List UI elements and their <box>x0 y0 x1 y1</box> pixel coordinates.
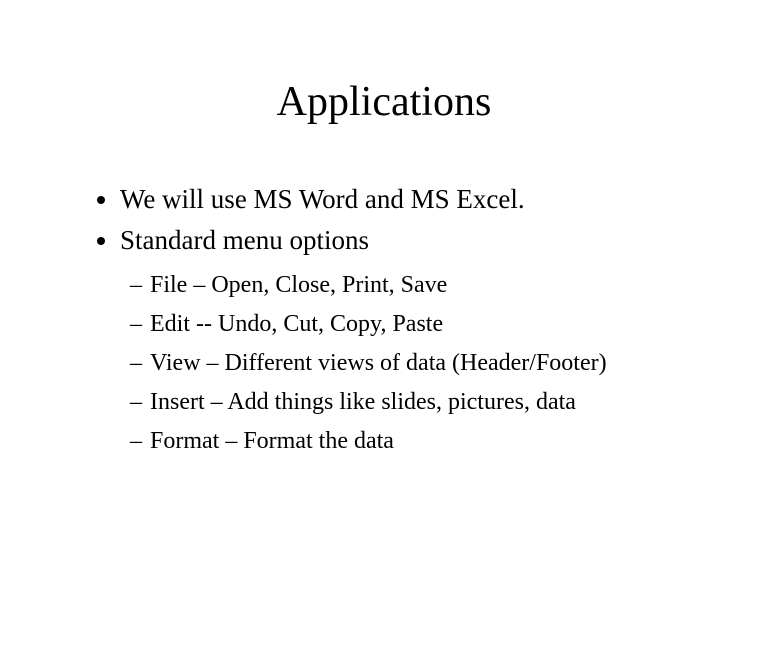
bullet-text: Standard menu options <box>120 225 369 255</box>
sub-bullet-list: File – Open, Close, Print, Save Edit -- … <box>120 266 708 460</box>
bullet-item: We will use MS Word and MS Excel. <box>120 180 708 219</box>
sub-bullet-item: Insert – Add things like slides, picture… <box>150 383 708 422</box>
sub-bullet-item: Edit -- Undo, Cut, Copy, Paste <box>150 305 708 344</box>
sub-bullet-item: Format – Format the data <box>150 422 708 461</box>
sub-bullet-item: File – Open, Close, Print, Save <box>150 266 708 305</box>
sub-bullet-item: View – Different views of data (Header/F… <box>150 344 708 383</box>
bullet-list: We will use MS Word and MS Excel. Standa… <box>92 180 708 461</box>
bullet-item: Standard menu options File – Open, Close… <box>120 221 708 461</box>
slide: Applications We will use MS Word and MS … <box>0 78 768 654</box>
slide-title: Applications <box>0 78 768 126</box>
slide-body: We will use MS Word and MS Excel. Standa… <box>92 180 708 461</box>
